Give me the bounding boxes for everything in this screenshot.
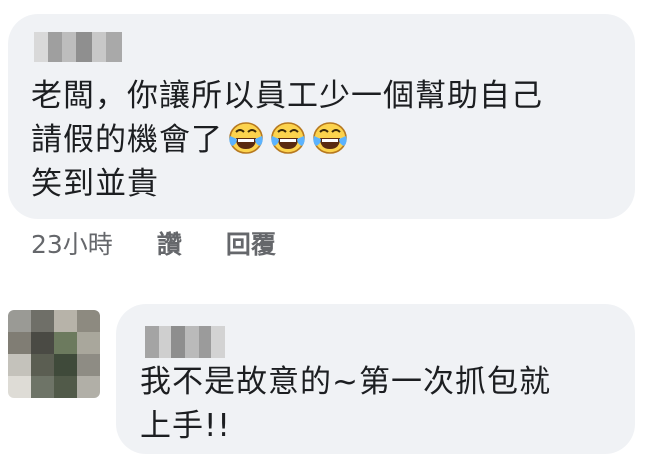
comment-line: 我不是故意的~第一次抓包就 [140, 364, 551, 400]
laughing-tears-emoji-icon [227, 121, 265, 155]
like-button[interactable]: 讚 [157, 225, 182, 261]
comment-timestamp[interactable]: 23小時 [31, 225, 113, 261]
comment-line: 請假的機會了 [31, 118, 631, 162]
laughing-tears-emoji-icon [311, 121, 349, 155]
blurred-commenter-name[interactable] [34, 32, 122, 62]
comment-text: 我不是故意的~第一次抓包就 上手!! [140, 360, 620, 448]
blurred-commenter-name[interactable] [145, 326, 225, 358]
comment-line-text: 請假的機會了 [31, 122, 223, 158]
comment-text: 老闆，你讓所以員工少一個幫助自己 請假的機會了 笑到並貴 [31, 74, 631, 206]
reply-button[interactable]: 回覆 [226, 225, 276, 261]
comment-actions: 23小時 讚 回覆 [31, 226, 276, 260]
comment-line: 笑到並貴 [31, 166, 159, 202]
comment-line: 老闆，你讓所以員工少一個幫助自己 [31, 78, 543, 114]
blurred-avatar[interactable] [8, 310, 100, 398]
comment-line: 上手!! [140, 408, 231, 444]
laughing-tears-emoji-icon [269, 121, 307, 155]
